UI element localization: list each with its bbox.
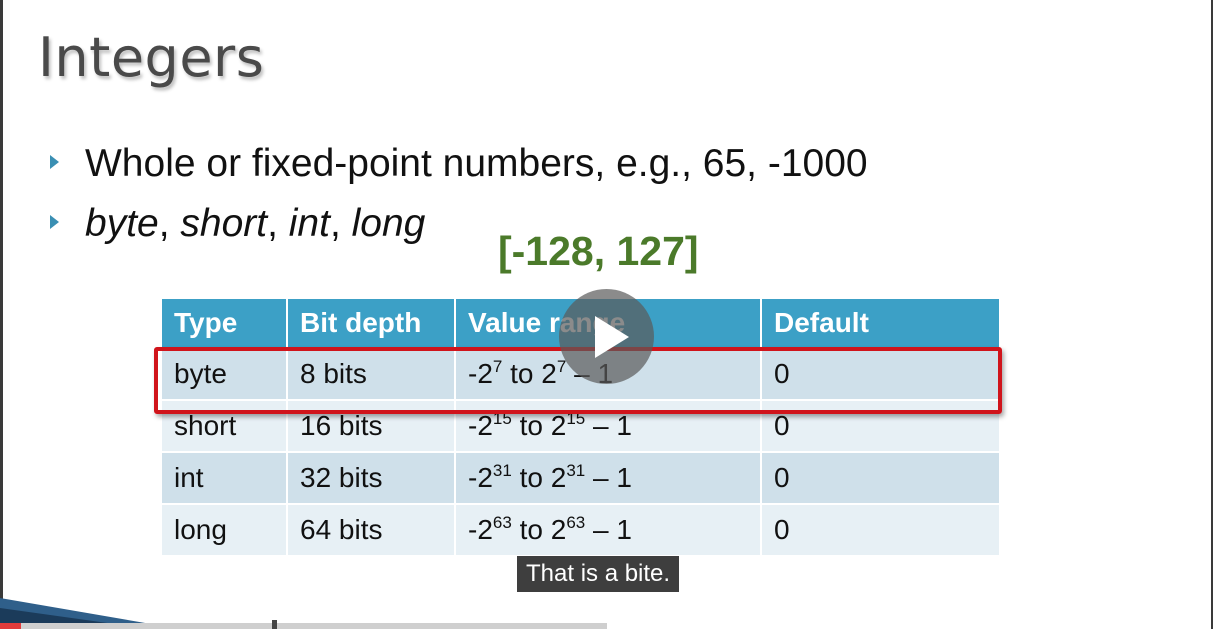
- separator: ,: [329, 202, 352, 245]
- video-progress-track[interactable]: [0, 623, 607, 629]
- range-annotation: [-128, 127]: [498, 228, 699, 274]
- bullet-arrow-icon: [50, 214, 59, 229]
- bullet-item-types: byte, short, int, long: [50, 202, 425, 246]
- type-name: byte: [85, 202, 159, 245]
- separator: ,: [267, 202, 289, 245]
- bullet-arrow-icon: [50, 154, 59, 169]
- header-default: Default: [761, 299, 1001, 348]
- type-name: int: [288, 202, 330, 245]
- type-name: short: [180, 202, 268, 245]
- bullet-item: Whole or fixed-point numbers, e.g., 65, …: [50, 142, 868, 186]
- cell-bits: 32 bits: [287, 451, 456, 504]
- cell-range: -263 to 263 – 1: [455, 503, 762, 555]
- cell-type: int: [162, 451, 288, 504]
- cell-range: -231 to 231 – 1: [455, 451, 762, 504]
- video-progress-handle[interactable]: [272, 620, 277, 629]
- table-row: long 64 bits -263 to 263 – 1 0: [162, 503, 1001, 555]
- bullet-text: Whole or fixed-point numbers, e.g., 65, …: [85, 142, 868, 185]
- cell-type: long: [162, 503, 288, 555]
- play-button[interactable]: [559, 289, 654, 384]
- table-row: int 32 bits -231 to 231 – 1 0: [162, 451, 1001, 504]
- slide-title: Integers: [38, 26, 265, 89]
- separator: ,: [158, 202, 181, 245]
- cell-bits: 64 bits: [287, 503, 456, 555]
- subtitle-caption: That is a bite.: [517, 556, 680, 592]
- play-icon: [595, 316, 629, 358]
- cell-default: 0: [761, 451, 1001, 504]
- type-name: long: [351, 202, 426, 245]
- video-progress-played: [0, 623, 22, 629]
- cell-default: 0: [761, 503, 1001, 555]
- header-bit-depth: Bit depth: [287, 299, 456, 348]
- header-type: Type: [162, 299, 288, 348]
- slide-frame-left: [0, 0, 3, 629]
